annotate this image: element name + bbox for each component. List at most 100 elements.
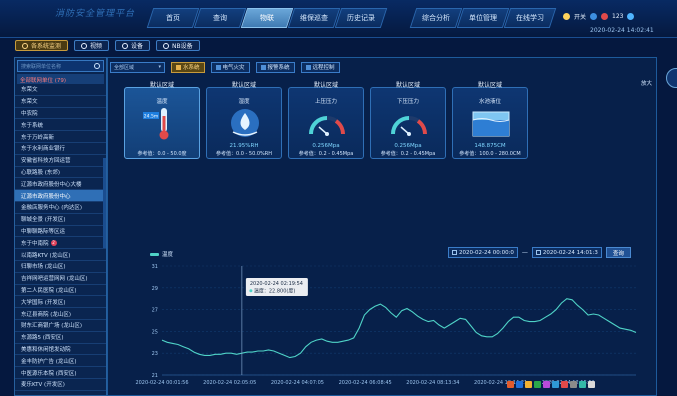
tray-icon[interactable] xyxy=(516,381,523,388)
list-item[interactable]: 东于万岭高新 xyxy=(15,131,106,143)
list-item[interactable]: 大学国际 (开发区) xyxy=(15,296,106,309)
chart-legend[interactable]: 温度 xyxy=(150,250,173,258)
list-item-label: 东于水利商业银行 xyxy=(21,146,66,153)
search-icon[interactable] xyxy=(94,63,100,69)
x-tick-label: 2020-02-24 02:05:05 xyxy=(203,380,256,386)
list-item-label: 东于系统 xyxy=(21,122,44,129)
globe-icon[interactable] xyxy=(590,13,598,20)
nav-tab-label: 在线学习 xyxy=(516,14,544,22)
nav-tab[interactable]: 查询 xyxy=(193,8,247,28)
list-item-label: 中医源乐本院 (西安区) xyxy=(21,370,77,377)
system-icon xyxy=(215,64,221,70)
nav-tab[interactable]: 历史记录 xyxy=(334,8,388,28)
end-date-field[interactable]: 2020-02-24 14:01:3 xyxy=(531,247,602,258)
nav-tab[interactable]: 在线学习 xyxy=(503,8,557,28)
list-item-label: 东源路5 (西安区) xyxy=(21,335,64,342)
list-item[interactable]: 东于水利商业银行 xyxy=(15,143,106,155)
card-reference: 参考值：0.0 - 50.0度 xyxy=(137,151,187,157)
sensor-card[interactable]: 默认区域 温度 24.5m 参考值：0.0 - 50.0度 xyxy=(124,82,200,159)
list-item[interactable]: 第二人民医院 (龙山区) xyxy=(15,285,106,297)
list-item[interactable]: 吉祥网吧运营网网 (龙山区) xyxy=(15,273,106,285)
list-item[interactable]: 心联路股 (东郊) xyxy=(15,167,106,179)
list-item[interactable]: 安徽省科技方回运营 xyxy=(15,155,106,167)
list-item[interactable]: 东源路5 (西安区) xyxy=(15,332,106,344)
sidebar-scrollbar[interactable] xyxy=(103,158,106,248)
drop-icon xyxy=(231,109,259,137)
tray-icon[interactable] xyxy=(525,381,532,388)
card-reference: 参考值：0.2 - 0.45Mpa xyxy=(380,151,436,157)
list-item[interactable]: 中聊聊路际等区运 xyxy=(15,226,106,238)
list-item[interactable]: 东于系统 xyxy=(15,119,106,132)
list-item[interactable]: 中医源乐本院 (西安区) xyxy=(15,367,106,379)
query-button[interactable]: 查询 xyxy=(605,247,631,258)
nav-tab-label: 维保巡查 xyxy=(300,14,328,22)
module-button[interactable]: NB设备 xyxy=(156,40,200,51)
list-item-label: 以南路KTV (龙山区) xyxy=(21,252,71,259)
system-button[interactable]: 水系统 xyxy=(171,61,205,73)
main-nav-right: 综合分析 单位管理 在线学习 xyxy=(409,8,557,28)
start-date-field[interactable]: 2020-02-24 00:00:0 xyxy=(448,247,518,258)
gauge-hub xyxy=(407,132,411,136)
list-item[interactable]: 辽源市政府股份中心 xyxy=(15,190,106,202)
module-button[interactable]: 各系统监测 xyxy=(15,40,69,51)
list-item[interactable]: 东荣文 xyxy=(15,96,106,108)
list-item[interactable]: 东荣文 xyxy=(15,84,106,96)
area-select[interactable]: 全部区域 ▾ xyxy=(110,61,165,73)
search-input[interactable]: 搜索联网单位名称 xyxy=(17,60,104,72)
bell-icon[interactable] xyxy=(563,13,570,20)
list-item[interactable]: 归聊市场 (龙山区) xyxy=(15,261,106,273)
top-header: 消防安全管理平台 首页 查询 物联 维保巡查 历史记录 综合分析 单位管理 在线学习 开关 … xyxy=(0,0,677,38)
list-item-label: 心联路股 (东郊) xyxy=(21,169,61,176)
sensor-card[interactable]: 默认区域 湿度 21.95%RH 参考值：0.0 - 50.0%RH xyxy=(206,82,282,159)
zoom-link[interactable]: 放大 xyxy=(641,79,652,87)
tray-icon[interactable] xyxy=(507,381,514,388)
user-id[interactable]: 123 xyxy=(612,13,623,20)
list-item-label: 大学国际 (开发区) xyxy=(21,299,66,306)
list-item[interactable]: 金融店服务中心 (内达区) xyxy=(15,202,106,214)
tooltip-time: 2020-02-24 02:19:54 xyxy=(250,281,303,287)
module-button-label: NB设备 xyxy=(172,43,193,50)
tray-icon[interactable] xyxy=(552,381,559,388)
system-button[interactable]: 远程控制 xyxy=(300,61,340,73)
list-item[interactable]: 东辽县商院 (龙山区) xyxy=(15,308,106,320)
list-item[interactable]: 中农院 xyxy=(15,108,106,120)
nav-tab[interactable]: 维保巡查 xyxy=(287,8,341,28)
tray-icon[interactable] xyxy=(561,381,568,388)
tray-icon[interactable] xyxy=(543,381,550,388)
nav-tab[interactable]: 单位管理 xyxy=(456,8,510,28)
tray-icon[interactable] xyxy=(534,381,541,388)
nav-tab[interactable]: 首页 xyxy=(146,8,200,28)
list-item-label: 东辽县商院 (龙山区) xyxy=(21,311,72,318)
module-button[interactable]: 视频 xyxy=(74,40,110,51)
system-button[interactable]: 报警系统 xyxy=(255,61,295,73)
list-item[interactable]: 东于中南院 2 xyxy=(15,237,106,250)
nav-tab-label: 物联 xyxy=(260,14,274,22)
sensor-cards: 默认区域 温度 24.5m 参考值：0.0 - 50.0度 默认区域 湿度 21.95%RH… xyxy=(124,82,528,159)
main-panel: 全部区域 ▾ 水系统 电气火灾 报警系统 远程控制 放大 默认区域 温度 24.5m 参考值… xyxy=(107,57,657,396)
calendar-icon xyxy=(452,250,457,255)
tree-root[interactable]: 全部联网单位 (79) xyxy=(17,74,104,84)
list-item[interactable]: 美惠和休闲馆发动院 xyxy=(15,344,106,356)
nav-tab[interactable]: 物联 xyxy=(240,8,294,28)
list-item[interactable]: 以南路KTV (龙山区) xyxy=(15,249,106,261)
sensor-card[interactable]: 默认区域 上压压力 0.256Mpa 参考值：0.2 - 0.45Mpa xyxy=(288,82,364,159)
list-item[interactable]: 聊城全景 (开发区) xyxy=(15,214,106,226)
list-item[interactable]: 辽源市政府股份中心大楼 xyxy=(15,178,106,191)
collapse-handle[interactable] xyxy=(666,68,677,88)
sensor-card[interactable]: 默认区域 水池液位 148.875CM 参考值：100.0 - 280.0CM xyxy=(452,82,528,159)
tray-icon[interactable] xyxy=(588,381,595,388)
tray-icon[interactable] xyxy=(579,381,586,388)
tank-water xyxy=(473,120,509,136)
y-tick-label: 29 xyxy=(152,286,158,292)
settings-icon[interactable] xyxy=(627,13,635,20)
tray-icon[interactable] xyxy=(570,381,577,388)
module-button[interactable]: 设备 xyxy=(115,40,151,51)
avatar[interactable] xyxy=(601,13,609,20)
list-item[interactable]: 麦乐KTV (开发区) xyxy=(15,379,106,391)
list-item[interactable]: 金丰防护广告 (龙山区) xyxy=(15,355,106,368)
system-button[interactable]: 电气火灾 xyxy=(210,61,250,73)
switch-label[interactable]: 开关 xyxy=(574,12,586,21)
list-item[interactable]: 财东汇商银广场 (龙山区) xyxy=(15,320,106,332)
nav-tab[interactable]: 综合分析 xyxy=(409,8,463,28)
sensor-card[interactable]: 默认区域 下压压力 0.256Mpa 参考值：0.2 - 0.45Mpa xyxy=(370,82,446,159)
